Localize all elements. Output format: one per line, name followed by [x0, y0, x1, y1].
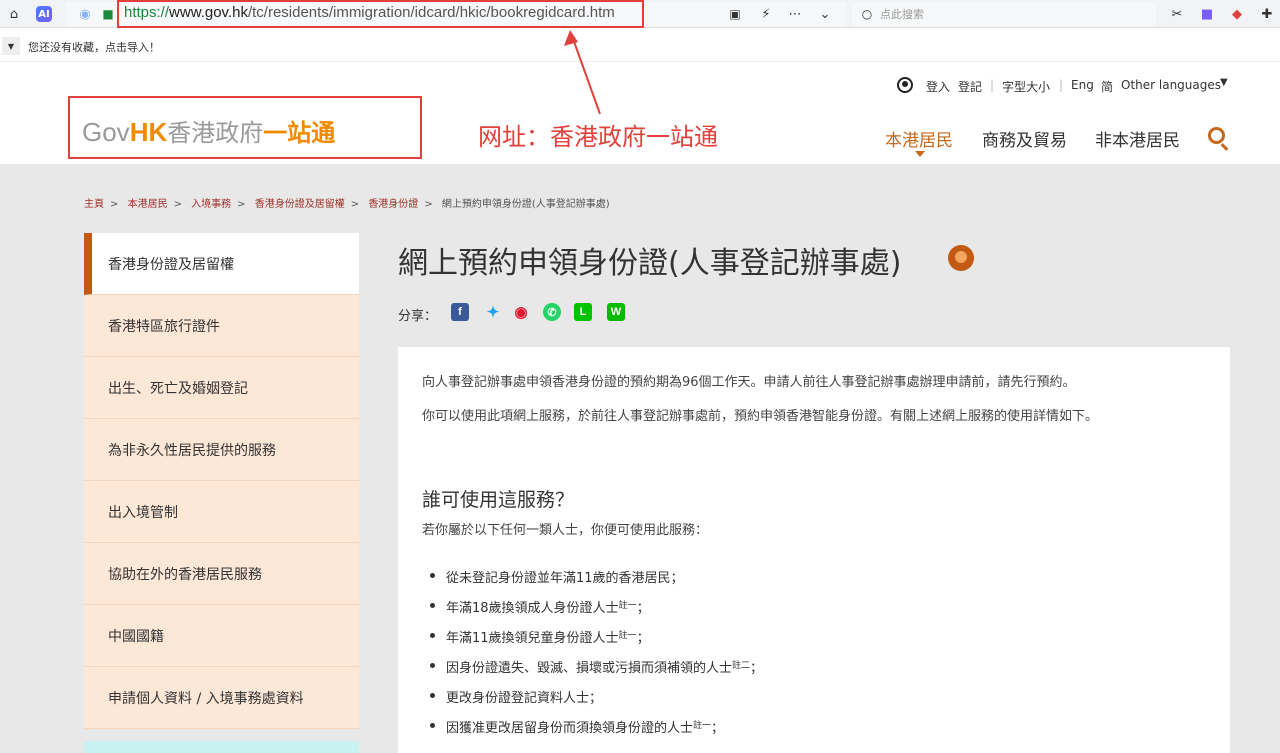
sidebar-item-personal-data[interactable]: 申請個人資料 / 入境事務處資料 — [84, 667, 359, 729]
nav-non-residents[interactable]: 非本港居民 — [1095, 126, 1180, 151]
weibo-icon[interactable]: ◉ — [512, 303, 530, 321]
facebook-icon[interactable]: f — [451, 303, 469, 321]
list-item: 因獲准更改居留身份而須換領身份證的人士註一； — [429, 717, 724, 736]
nav-business[interactable]: 商務及貿易 — [982, 126, 1067, 151]
breadcrumb: 主頁 > 本港居民 > 入境事務 > 香港身份證及居留權 > 香港身份證 > 網上預約申領… — [84, 199, 610, 210]
ai-assistant-icon[interactable]: AI — [36, 6, 52, 22]
intro-paragraph-1: 向人事登記辦事處申領香港身份證的預約期為96個工作天。申請人前往人事登記辦事處辦… — [422, 375, 1076, 390]
lock-icon[interactable]: ■ — [99, 5, 117, 23]
url-highlight-box — [117, 0, 644, 28]
line-icon[interactable]: L — [574, 303, 592, 321]
sidebar-next-section — [84, 741, 359, 753]
annotation-label: 网址：香港政府一站通 — [478, 123, 718, 151]
list-item: 因身份證遺失、毀滅、損壞或污損而須補領的人士註二； — [429, 657, 763, 676]
divider: | — [990, 78, 995, 92]
list-item: 年滿11歲換領兒童身份證人士註一； — [430, 627, 650, 646]
breadcrumb-immigration[interactable]: 入境事務 — [191, 199, 231, 210]
home-icon[interactable]: ⌂ — [5, 5, 23, 23]
user-icon[interactable] — [897, 77, 913, 93]
lightning-icon[interactable]: ⚡ — [757, 5, 775, 23]
breadcrumb-home[interactable]: 主頁 — [84, 199, 104, 210]
active-caret-icon — [915, 151, 925, 157]
nav-residents[interactable]: 本港居民 — [885, 126, 953, 151]
sidebar-item-non-permanent[interactable]: 為非永久性居民提供的服務 — [84, 419, 359, 481]
sidebar-item-registration[interactable]: 出生、死亡及婚姻登記 — [84, 357, 359, 419]
breadcrumb-residents[interactable]: 本港居民 — [128, 199, 168, 210]
chevron-down-icon[interactable]: ⌄ — [816, 5, 834, 23]
sidebar-item-travel-documents[interactable]: 香港特區旅行證件 — [84, 295, 359, 357]
bookmark-bar — [0, 28, 1280, 62]
bookmark-toggle-icon[interactable]: ▼ — [2, 37, 20, 55]
sidebar-item-id-residency[interactable]: 香港身份證及居留權 — [84, 233, 359, 295]
other-languages-link[interactable]: Other languages — [1121, 78, 1221, 92]
search-icon: ○ — [861, 7, 873, 21]
notes-icon[interactable]: ■ — [1198, 5, 1216, 23]
more-icon[interactable]: ⋯ — [786, 5, 804, 23]
register-link[interactable]: 登記 — [958, 78, 982, 95]
twitter-icon[interactable]: ✦ — [484, 303, 502, 321]
sidebar: 香港身份證及居留權 香港特區旅行證件 出生、死亡及婚姻登記 為非永久性居民提供的… — [84, 233, 359, 729]
site-icon: ◉ — [79, 6, 91, 22]
wechat-icon[interactable]: W — [607, 303, 625, 321]
site-search-icon[interactable] — [1208, 127, 1225, 144]
breadcrumb-current: 網上預約申領身份證(人事登記辦事處) — [441, 199, 610, 210]
simplified-chinese-link[interactable]: 简 — [1101, 78, 1113, 95]
sidebar-item-immigration-control[interactable]: 出入境管制 — [84, 481, 359, 543]
breadcrumb-id-residency[interactable]: 香港身份證及居留權 — [255, 199, 345, 210]
page-title: 網上預約申領身份證(人事登記辦事處) — [398, 246, 902, 281]
scissors-icon[interactable]: ✂ — [1168, 5, 1186, 23]
extension-icon[interactable]: ◆ — [1228, 5, 1246, 23]
annotation-arrow — [564, 30, 601, 115]
section-intro: 若你屬於以下任何一類人士，你便可使用此服務： — [422, 523, 709, 538]
intro-paragraph-2: 你可以使用此項網上服務，於前往人事登記辦事處前，預約申領香港智能身份證。有關上述… — [422, 409, 1099, 424]
divider: | — [1059, 78, 1064, 92]
section-heading: 誰可使用這服務？ — [422, 489, 575, 511]
bookmark-import-prompt[interactable]: 您还没有收藏，点击导入！ — [28, 39, 160, 55]
logo-highlight-box — [68, 96, 422, 159]
globe-icon[interactable] — [948, 245, 974, 271]
whatsapp-icon[interactable]: ✆ — [543, 303, 561, 321]
english-link[interactable]: Eng — [1071, 78, 1094, 92]
caret-down-icon[interactable]: ▼ — [1220, 77, 1228, 88]
translate-icon[interactable]: ▣ — [726, 5, 744, 23]
share-label: 分享： — [398, 309, 438, 324]
browser-search-placeholder: 点此搜索 — [880, 8, 924, 21]
list-item: 年滿18歲換領成人身份證人士註一； — [430, 597, 650, 616]
puzzle-icon[interactable]: ✚ — [1258, 5, 1276, 23]
sidebar-item-assistance[interactable]: 協助在外的香港居民服務 — [84, 543, 359, 605]
sidebar-item-nationality[interactable]: 中國國籍 — [84, 605, 359, 667]
list-item: 從未登記身份證並年滿11歲的香港居民； — [430, 567, 684, 586]
font-size-link[interactable]: 字型大小 — [1002, 78, 1050, 95]
breadcrumb-hkid[interactable]: 香港身份證 — [368, 199, 418, 210]
list-item: 更改身份證登記資料人士； — [429, 687, 602, 706]
login-link[interactable]: 登入 — [926, 78, 950, 95]
